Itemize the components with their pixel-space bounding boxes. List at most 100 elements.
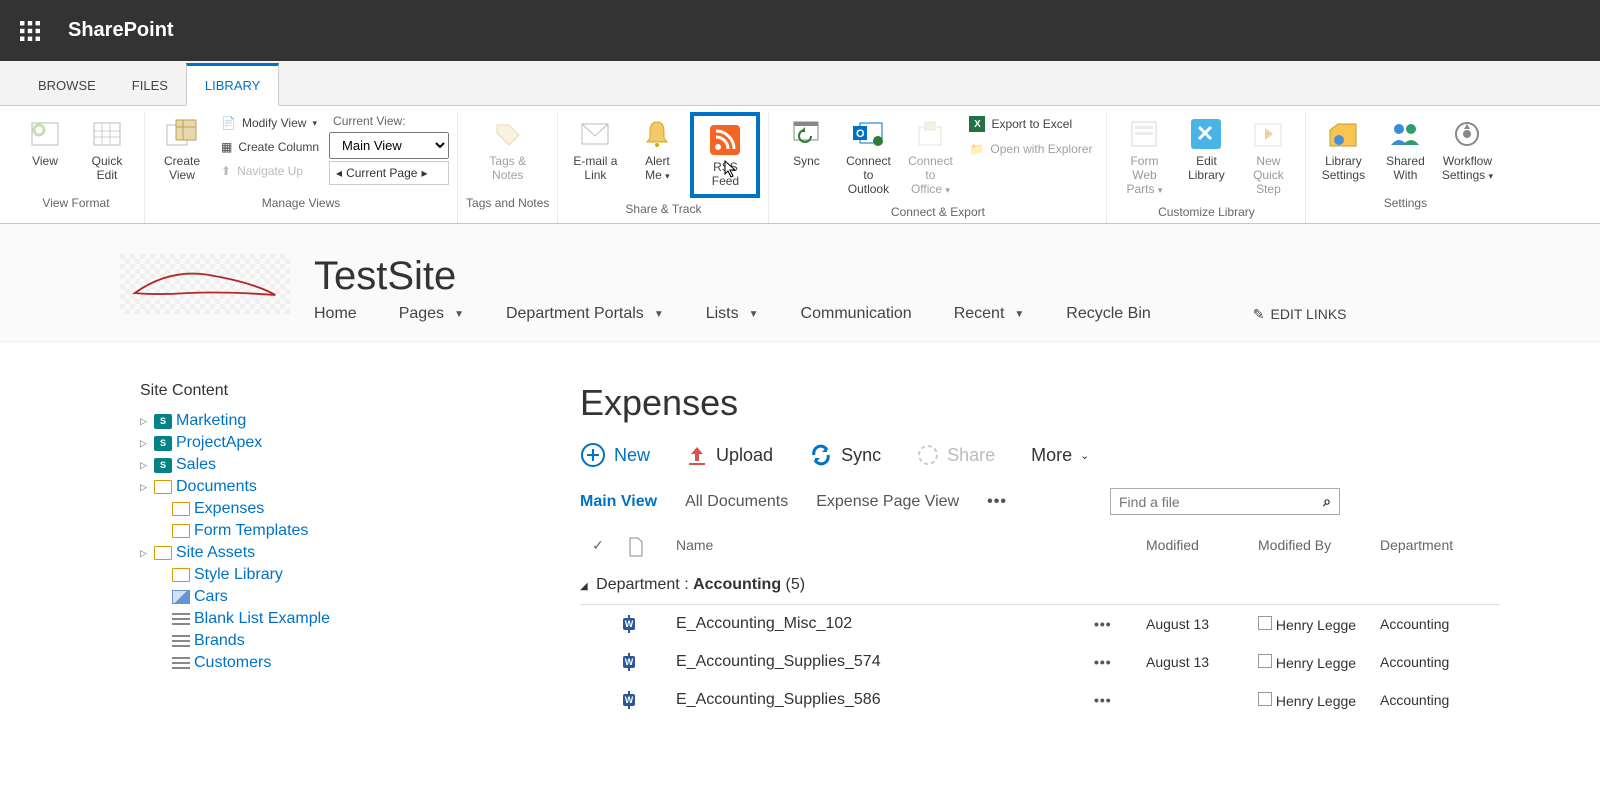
rss-feed-button[interactable]: RSS Feed (696, 118, 754, 192)
quick-edit-button[interactable]: Quick Edit (78, 112, 136, 186)
quick-step-icon (1250, 116, 1286, 152)
list-icon (172, 657, 190, 669)
find-file-input[interactable] (1119, 494, 1323, 510)
nav-lists[interactable]: Lists▼ (706, 305, 759, 323)
folder-icon (172, 502, 190, 516)
nav-home[interactable]: Home (314, 305, 357, 323)
library-main: Expenses New Upload Sync Share More ⌄ (580, 382, 1600, 719)
leftnav-marketing[interactable]: ▷SMarketing (140, 410, 580, 432)
group-label: Department : (596, 576, 688, 593)
leftnav-cars[interactable]: Cars (140, 586, 580, 608)
navigate-up-button[interactable]: ⬆Navigate Up (215, 160, 325, 182)
site-logo[interactable] (120, 254, 290, 314)
view-expense-page[interactable]: Expense Page View (816, 493, 959, 511)
more-button[interactable]: More ⌄ (1031, 445, 1089, 466)
create-column-button[interactable]: ▦Create Column (215, 136, 325, 158)
leftnav-blank-list-example[interactable]: Blank List Example (140, 608, 580, 630)
leftnav-customers[interactable]: Customers (140, 652, 580, 674)
sync-icon (788, 116, 824, 152)
search-icon[interactable]: ⌕ (1323, 493, 1331, 510)
select-all-check[interactable] (592, 537, 604, 553)
nav-recycle-bin[interactable]: Recycle Bin (1066, 305, 1150, 323)
item-menu[interactable]: ••• (1094, 616, 1112, 632)
connect-outlook-button[interactable]: O Connect to Outlook (839, 112, 897, 200)
group-header[interactable]: ◢ Department : Accounting (5) (580, 566, 1500, 605)
edit-library-button[interactable]: Edit Library (1177, 112, 1235, 186)
col-name[interactable]: Name (676, 537, 1082, 560)
tags-notes-button[interactable]: Tags & Notes (479, 112, 537, 186)
library-actions: New Upload Sync Share More ⌄ (580, 442, 1600, 468)
list-icon (172, 613, 190, 625)
share-label: Share (947, 445, 995, 466)
modify-view-button[interactable]: 📄Modify View ▾ (215, 112, 325, 134)
email-link-button[interactable]: E-mail a Link (566, 112, 624, 186)
share-button[interactable]: Share (917, 444, 995, 466)
left-nav: Site Content ▷SMarketing▷SProjectApex▷SS… (140, 382, 580, 719)
row-checkbox[interactable] (1258, 654, 1272, 668)
nav-recent[interactable]: Recent▼ (954, 305, 1025, 323)
connect-outlook-label: Connect to Outlook (841, 154, 895, 196)
current-page-pager[interactable]: ◂Current Page▸ (329, 161, 449, 185)
leftnav-expenses[interactable]: Expenses (140, 498, 580, 520)
view-button[interactable]: View (16, 112, 74, 172)
workflow-settings-button[interactable]: Workflow Settings ▾ (1438, 112, 1496, 187)
share-icon (917, 444, 939, 466)
leftnav-sales[interactable]: ▷SSales (140, 454, 580, 476)
row-checkbox[interactable] (1258, 616, 1272, 630)
open-explorer-button[interactable]: 📁Open with Explorer (963, 138, 1098, 160)
view-all-docs[interactable]: All Documents (685, 493, 788, 511)
leftnav-style-library[interactable]: Style Library (140, 564, 580, 586)
group-view-format: View Format (42, 192, 109, 210)
find-file[interactable]: ⌕ (1110, 488, 1340, 515)
email-link-label: E-mail a Link (573, 154, 617, 182)
library-settings-button[interactable]: Library Settings (1314, 112, 1372, 186)
quick-edit-label: Quick Edit (92, 154, 123, 182)
nav-communication[interactable]: Communication (801, 305, 912, 323)
table-row[interactable]: E_Accounting_Supplies_586••• Henry Legge… (580, 681, 1500, 719)
alert-me-button[interactable]: Alert Me ▾ (628, 112, 686, 187)
edit-library-icon (1188, 116, 1224, 152)
connect-office-button[interactable]: Connect to Office ▾ (901, 112, 959, 201)
leftnav-form-templates[interactable]: Form Templates (140, 520, 580, 542)
leftnav-site-assets[interactable]: ▷Site Assets (140, 542, 580, 564)
export-excel-button[interactable]: XExport to Excel (963, 112, 1098, 136)
col-modified[interactable]: Modified (1146, 537, 1246, 560)
new-button[interactable]: New (580, 442, 650, 468)
site-title: TestSite (314, 254, 1600, 299)
sync-button[interactable]: Sync (777, 112, 835, 172)
item-menu[interactable]: ••• (1094, 692, 1112, 708)
col-department[interactable]: Department (1380, 537, 1500, 560)
leftnav-brands[interactable]: Brands (140, 630, 580, 652)
table-row[interactable]: E_Accounting_Misc_102•••August 13 Henry … (580, 605, 1500, 643)
subsite-icon: S (154, 458, 172, 473)
tags-notes-label: Tags & Notes (489, 154, 526, 182)
leftnav-projectapex[interactable]: ▷SProjectApex (140, 432, 580, 454)
row-checkbox[interactable] (1258, 692, 1272, 706)
item-menu[interactable]: ••• (1094, 654, 1112, 670)
form-icon (1126, 116, 1162, 152)
shared-with-label: Shared With (1386, 154, 1425, 182)
tab-browse[interactable]: BROWSE (20, 66, 114, 105)
new-quick-step-button[interactable]: New Quick Step (1239, 112, 1297, 200)
table-row[interactable]: E_Accounting_Supplies_574•••August 13 He… (580, 643, 1500, 681)
sync-action-button[interactable]: Sync (809, 444, 881, 466)
nav-department-portals[interactable]: Department Portals▼ (506, 305, 664, 323)
create-view-button[interactable]: Create View (153, 112, 211, 186)
folder-icon (154, 546, 172, 560)
edit-library-label: Edit Library (1188, 154, 1225, 182)
app-launcher[interactable] (0, 21, 60, 41)
tab-library[interactable]: LIBRARY (186, 63, 279, 106)
form-web-parts-button[interactable]: Form Web Parts ▾ (1115, 112, 1173, 201)
shared-with-button[interactable]: Shared With (1376, 112, 1434, 186)
view-main[interactable]: Main View (580, 493, 657, 511)
nav-pages[interactable]: Pages▼ (399, 305, 464, 323)
view-more[interactable]: ••• (987, 493, 1007, 511)
left-nav-header: Site Content (140, 382, 580, 400)
upload-button[interactable]: Upload (686, 444, 773, 466)
leftnav-documents[interactable]: ▷Documents (140, 476, 580, 498)
col-modified-by[interactable]: Modified By (1258, 537, 1368, 560)
tab-files[interactable]: FILES (114, 66, 186, 105)
current-view-select[interactable]: Main View (329, 132, 449, 159)
sync-label: Sync (793, 154, 820, 168)
edit-links[interactable]: ✎EDIT LINKS (1253, 306, 1347, 323)
